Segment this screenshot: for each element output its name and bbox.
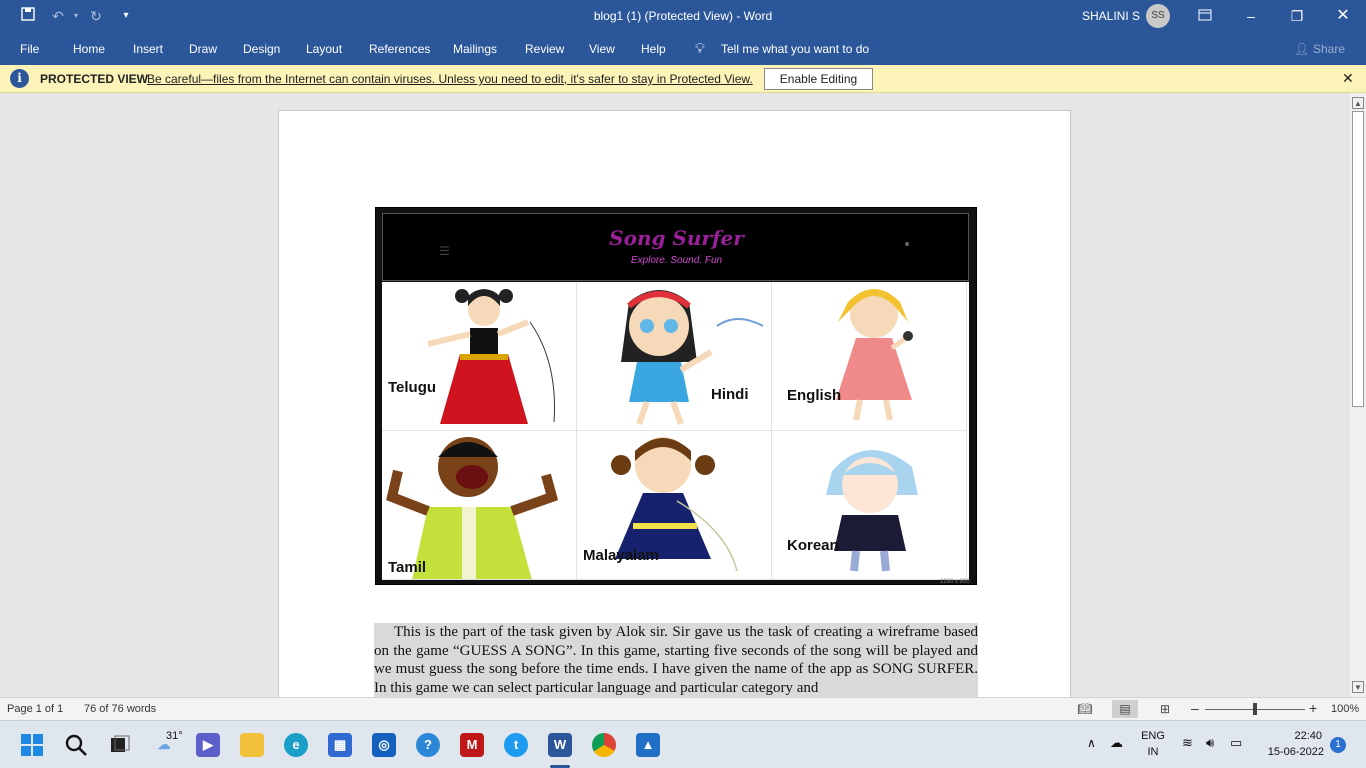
- chevron-up-icon[interactable]: ∧: [1087, 736, 1096, 750]
- language-label-tamil: Tamil: [388, 559, 427, 576]
- close-icon[interactable]: ✕: [1342, 70, 1354, 87]
- edge-icon[interactable]: e: [284, 733, 308, 757]
- file-explorer-icon[interactable]: [240, 733, 264, 757]
- language-tile-telugu: Telugu: [382, 282, 577, 431]
- wireframe-image[interactable]: ☰ Song Surfer Explore. Sound. Fun Telugu…: [375, 207, 977, 585]
- language-label-telugu: Telugu: [388, 379, 437, 396]
- chrome-icon[interactable]: [592, 733, 616, 757]
- volume-icon[interactable]: 🔊︎: [1206, 735, 1214, 751]
- document-area: ☰ Song Surfer Explore. Sound. Fun Telugu…: [0, 93, 1350, 697]
- weather-temp: 31°: [166, 730, 183, 742]
- mcafee-icon[interactable]: M: [460, 733, 484, 757]
- tab-mailings[interactable]: Mailings: [453, 42, 497, 56]
- enable-editing-button[interactable]: Enable Editing: [764, 68, 873, 90]
- input-region[interactable]: IN: [1136, 746, 1170, 758]
- search-icon[interactable]: [64, 733, 88, 757]
- teams-chat-icon[interactable]: ▶: [196, 733, 220, 757]
- tab-view[interactable]: View: [589, 42, 615, 56]
- share-icon[interactable]: 👤︎: [1294, 42, 1309, 56]
- notification-badge[interactable]: 1: [1330, 737, 1346, 753]
- read-mode-icon[interactable]: 📖︎: [1072, 700, 1098, 718]
- language-label-korean: Korean: [787, 537, 839, 554]
- input-language[interactable]: ENG: [1136, 730, 1170, 742]
- minimize-icon[interactable]: –: [1236, 4, 1266, 28]
- language-grid: Telugu Hindi English Tamil Malayalam Kor…: [382, 282, 969, 580]
- onedrive-icon[interactable]: ☁: [1110, 735, 1123, 751]
- battery-icon[interactable]: ▭: [1230, 735, 1242, 751]
- restore-icon[interactable]: ❐: [1282, 4, 1312, 28]
- tab-design[interactable]: Design: [243, 42, 280, 56]
- app-header: ☰ Song Surfer Explore. Sound. Fun: [382, 213, 969, 281]
- page-count[interactable]: Page 1 of 1: [7, 703, 63, 715]
- store-icon[interactable]: ▦: [328, 733, 352, 757]
- user-name[interactable]: SHALINI S: [1082, 9, 1140, 23]
- clock-time[interactable]: 22:40: [1262, 730, 1322, 742]
- zoom-level[interactable]: 100%: [1331, 703, 1359, 715]
- photos-icon[interactable]: ▲: [636, 733, 660, 757]
- language-label-hindi: Hindi: [711, 386, 749, 403]
- tab-references[interactable]: References: [369, 42, 430, 56]
- info-shield-icon: i: [10, 69, 29, 88]
- language-tile-hindi: Hindi: [577, 282, 772, 431]
- image-size-note: 1280 x 800: [940, 579, 970, 585]
- ribbon-display-options-icon[interactable]: [1190, 4, 1220, 28]
- dot-icon: [905, 242, 909, 246]
- wifi-icon[interactable]: ≋: [1182, 735, 1193, 751]
- language-tile-korean: Korean: [772, 431, 967, 580]
- body-paragraph[interactable]: This is the part of the task given by Al…: [374, 623, 978, 697]
- scroll-thumb[interactable]: [1352, 111, 1364, 407]
- singer-illustration: [836, 289, 913, 421]
- language-label-malayalam: Malayalam: [583, 547, 659, 564]
- tab-review[interactable]: Review: [525, 42, 564, 56]
- close-icon[interactable]: ✕: [1328, 4, 1358, 28]
- singer-illustration: [386, 437, 559, 579]
- tab-layout[interactable]: Layout: [306, 42, 342, 56]
- tab-help[interactable]: Help: [641, 42, 666, 56]
- zoom-out-icon[interactable]: –: [1191, 700, 1199, 716]
- word-count[interactable]: 76 of 76 words: [84, 703, 156, 715]
- tell-me-search[interactable]: Tell me what you want to do: [721, 42, 869, 56]
- scroll-up-icon[interactable]: ▲: [1352, 97, 1364, 109]
- singer-illustration: [826, 449, 918, 572]
- protected-view-bar: i PROTECTED VIEW Be careful—files from t…: [0, 65, 1366, 93]
- app-title: Song Surfer: [609, 226, 744, 250]
- get-help-icon[interactable]: ?: [416, 733, 440, 757]
- tab-home[interactable]: Home: [73, 42, 105, 56]
- paragraph-text: This is the part of the task given by Al…: [374, 624, 978, 696]
- zoom-slider-thumb[interactable]: [1253, 703, 1257, 715]
- zoom-in-icon[interactable]: +: [1309, 700, 1317, 716]
- lightbulb-icon[interactable]: 💡︎: [695, 40, 705, 57]
- web-layout-icon[interactable]: ⊞: [1152, 700, 1178, 718]
- print-layout-icon[interactable]: ▤: [1112, 700, 1138, 718]
- title-bar: ↶ ▾ ↻ ▾ blog1 (1) (Protected View) - Wor…: [0, 0, 1366, 33]
- start-icon[interactable]: [20, 733, 44, 757]
- language-label-english: English: [787, 387, 842, 404]
- ribbon-tabs: File Home Insert Draw Design Layout Refe…: [0, 33, 1366, 65]
- tab-file[interactable]: File: [20, 42, 39, 56]
- protected-view-message[interactable]: Be careful—files from the Internet can c…: [147, 72, 753, 86]
- scroll-down-icon[interactable]: ▼: [1352, 681, 1364, 693]
- clock-date[interactable]: 15-06-2022: [1256, 746, 1324, 758]
- tab-insert[interactable]: Insert: [133, 42, 163, 56]
- document-page[interactable]: ☰ Song Surfer Explore. Sound. Fun Telugu…: [278, 110, 1071, 697]
- status-bar: Page 1 of 1 76 of 76 words 📖︎ ▤ ⊞ – + 10…: [0, 697, 1366, 720]
- tab-draw[interactable]: Draw: [189, 42, 217, 56]
- taskbar: ☁ 31° ▶ e ▦ ◎ ? M t W ▲ ∧ ☁ ENG IN ≋ 🔊︎ …: [0, 720, 1366, 768]
- vertical-scrollbar[interactable]: ▲ ▼: [1350, 93, 1366, 697]
- singer-illustration: [427, 289, 555, 424]
- language-tile-english: English: [772, 282, 967, 431]
- language-tile-malayalam: Malayalam: [577, 431, 772, 580]
- twitter-icon[interactable]: t: [504, 733, 528, 757]
- protected-view-label: PROTECTED VIEW: [40, 72, 149, 86]
- avatar[interactable]: SS: [1146, 4, 1170, 28]
- word-icon[interactable]: W: [548, 733, 572, 757]
- app-icon[interactable]: ◎: [372, 733, 396, 757]
- language-tile-tamil: Tamil: [382, 431, 577, 580]
- singer-illustration: [621, 290, 764, 426]
- app-tagline: Explore. Sound. Fun: [630, 255, 723, 266]
- share-button[interactable]: Share: [1313, 42, 1345, 56]
- task-view-icon[interactable]: [108, 733, 132, 757]
